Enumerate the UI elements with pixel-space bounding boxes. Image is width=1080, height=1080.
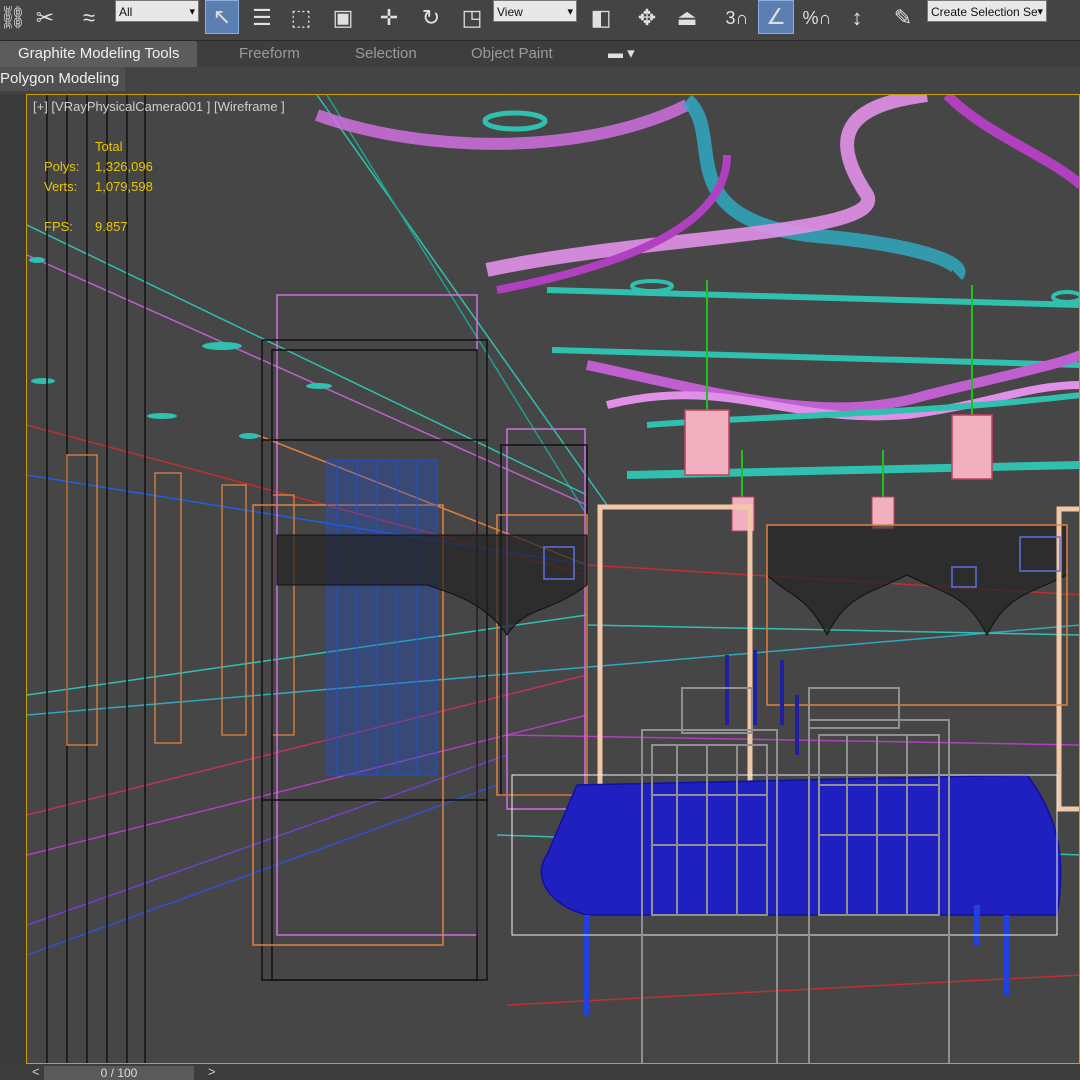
main-toolbar: ⛓ ✂ ≈ All ▾ ↖ ☰ ⬚ ▣ ✛ ↻ ◳ View ▾ ◧ ✥ ⏏ 3 ∩ … (0, 0, 1080, 41)
ribbon-panel: Polygon Modeling (0, 67, 1080, 91)
polys-label: Polys: (44, 159, 80, 174)
chevron-down-icon: ▾ (189, 6, 195, 18)
named-selection-sets-select[interactable]: Create Selection Se ▾ (927, 0, 1047, 22)
rect-selection-region-icon[interactable]: ⬚ (286, 0, 316, 36)
chevron-down-icon: ▾ (567, 6, 573, 18)
wireframe-scene (27, 95, 1079, 1063)
time-slider-bar: < 0 / 100 > (0, 1064, 1080, 1080)
chevron-down-icon: ▾ (1037, 6, 1043, 18)
select-and-scale-icon[interactable]: ◳ (455, 0, 489, 36)
tab-object-paint[interactable]: Object Paint (471, 41, 553, 67)
tab-selection[interactable]: Selection (355, 41, 417, 67)
bind-space-warp-icon[interactable]: ≈ (72, 0, 106, 36)
time-slider-thumb[interactable]: 0 / 100 (44, 1066, 194, 1080)
dining-table-wireframe (511, 774, 1062, 1015)
ribbon-options-icon[interactable]: ▬ ▾ (608, 41, 635, 67)
unlink-icon[interactable]: ✂ (30, 0, 60, 36)
ribbon-tab-bar: Graphite Modeling Tools Freeform Selecti… (0, 41, 1080, 67)
curtain-wireframe (326, 459, 438, 776)
stats-header: Total (95, 139, 123, 154)
time-slider-next[interactable]: > (208, 1064, 216, 1080)
keyboard-shortcut-override-icon[interactable]: ⏏ (670, 0, 704, 36)
window-crossing-icon[interactable]: ▣ (326, 0, 360, 36)
camera-viewport[interactable]: [+] [VRayPhysicalCamera001 ] [Wireframe … (26, 94, 1080, 1064)
polys-value: 1,326,096 (95, 159, 153, 174)
snaps-toggle-icon[interactable]: 3 ∩ (718, 0, 756, 36)
select-and-move-icon[interactable]: ✛ (372, 0, 406, 36)
select-by-name-icon[interactable]: ☰ (245, 0, 279, 36)
reference-coordinate-select[interactable]: View ▾ (493, 0, 577, 22)
pivot-center-icon[interactable]: ◧ (583, 0, 619, 36)
tab-graphite-modeling-tools[interactable]: Graphite Modeling Tools (0, 41, 198, 67)
link-icon[interactable]: ⛓ (0, 0, 27, 36)
selection-filter-select[interactable]: All ▾ (115, 0, 199, 22)
percent-snap-icon[interactable]: % ∩ (800, 0, 834, 36)
fps-label: FPS: (44, 219, 73, 234)
manipulate-icon[interactable]: ✥ (630, 0, 664, 36)
select-object-icon[interactable]: ↖ (205, 0, 239, 34)
spinner-snap-icon[interactable]: ↕ (840, 0, 874, 36)
verts-label: Verts: (44, 179, 78, 194)
ceiling-lights (29, 257, 332, 439)
left-side-strip (0, 94, 26, 1064)
verts-value: 1,079,598 (95, 179, 153, 194)
left-pillars (46, 95, 146, 1063)
tab-freeform[interactable]: Freeform (239, 41, 300, 67)
left-wall-panels (66, 454, 295, 746)
edit-named-selection-icon[interactable]: ✎ (886, 0, 920, 36)
select-and-rotate-icon[interactable]: ↻ (414, 0, 448, 36)
viewport-label[interactable]: [+] [VRayPhysicalCamera001 ] [Wireframe … (33, 99, 285, 114)
time-slider-prev[interactable]: < (32, 1064, 40, 1080)
polygon-modeling-panel-label[interactable]: Polygon Modeling (0, 67, 126, 91)
angle-snap-icon[interactable]: ∠ (758, 0, 794, 34)
fps-value: 9.857 (95, 219, 128, 234)
